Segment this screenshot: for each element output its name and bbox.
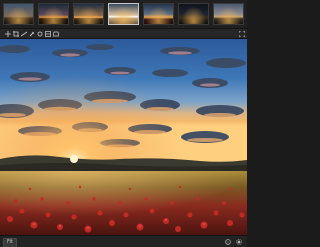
info-icon[interactable]: [224, 238, 232, 246]
gradient-icon[interactable]: [44, 30, 51, 37]
filmstrip: [0, 0, 247, 29]
thumbnail-2[interactable]: [38, 3, 69, 25]
eyedropper-icon[interactable]: [28, 30, 35, 37]
sun: [70, 155, 78, 163]
photo-editor-window: Fit: [0, 0, 247, 247]
thumbnail-1[interactable]: [3, 3, 34, 25]
thumbnail-6[interactable]: [178, 3, 209, 25]
clone-icon[interactable]: [36, 30, 43, 37]
thumbnail-7[interactable]: [213, 3, 244, 25]
thumbnail-4-selected[interactable]: [108, 3, 139, 25]
thumbnail-5[interactable]: [143, 3, 174, 25]
tools-toolbar: [0, 29, 247, 39]
sunset-photo: [0, 39, 247, 235]
keystone-icon[interactable]: [52, 30, 59, 37]
filmstrip-track: [3, 3, 247, 25]
crop-icon[interactable]: [12, 30, 19, 37]
fullscreen-icon[interactable]: [238, 30, 245, 37]
straighten-icon[interactable]: [20, 30, 27, 37]
status-bar: Fit: [0, 235, 247, 247]
zoom-fit-button[interactable]: Fit: [3, 238, 17, 247]
thumbnail-3[interactable]: [73, 3, 104, 25]
settings-icon[interactable]: [235, 238, 243, 246]
pan-icon[interactable]: [4, 30, 11, 37]
main-photo-viewer[interactable]: [0, 39, 247, 235]
